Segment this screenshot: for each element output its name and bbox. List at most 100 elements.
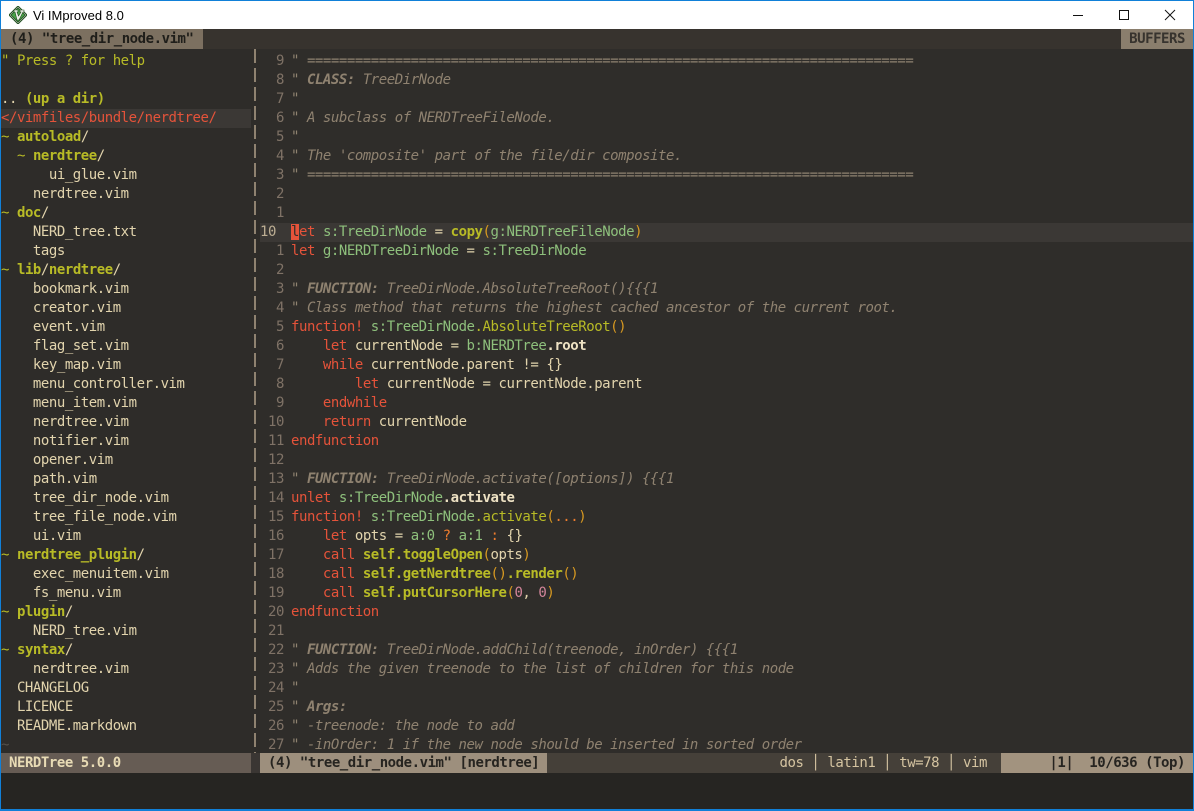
- tree-item[interactable]: tags: [1, 242, 251, 261]
- tree-item[interactable]: menu_controller.vim: [1, 375, 251, 394]
- tree-item[interactable]: event.vim: [1, 318, 251, 337]
- tree-item[interactable]: ~ plugin/: [1, 603, 251, 622]
- tree-item[interactable]: opener.vim: [1, 451, 251, 470]
- tree-item[interactable]: ~: [1, 736, 251, 753]
- line-number: 13: [260, 470, 284, 489]
- code-line[interactable]: 7 while currentNode.parent != {}: [260, 356, 1193, 375]
- tree-item[interactable]: creator.vim: [1, 299, 251, 318]
- line-text: README.markdown: [1, 717, 137, 736]
- tree-item[interactable]: fs_menu.vim: [1, 584, 251, 603]
- tree-item[interactable]: key_map.vim: [1, 356, 251, 375]
- tree-item[interactable]: nerdtree.vim: [1, 413, 251, 432]
- code-line[interactable]: 10 return currentNode: [260, 413, 1193, 432]
- code-line[interactable]: 27" -inOrder: 1 if the new node should b…: [260, 736, 1193, 753]
- line-number: 1: [260, 204, 284, 223]
- tree-item[interactable]: tree_dir_node.vim: [1, 489, 251, 508]
- tree-item[interactable]: ~ doc/: [1, 204, 251, 223]
- tree-item[interactable]: ui_glue.vim: [1, 166, 251, 185]
- code-line[interactable]: 15function! s:TreeDirNode.activate(...): [260, 508, 1193, 527]
- tab-tree-dir-node[interactable]: (4) "tree_dir_node.vim": [1, 29, 203, 49]
- tree-item[interactable]: CHANGELOG: [1, 679, 251, 698]
- tree-item[interactable]: ~ autoload/: [1, 128, 251, 147]
- code-line[interactable]: 3" =====================================…: [260, 166, 1193, 185]
- code-line[interactable]: 26" -treenode: the node to add: [260, 717, 1193, 736]
- line-text: opener.vim: [1, 451, 113, 470]
- tree-item[interactable]: .. (up a dir): [1, 90, 251, 109]
- line-text: ~ nerdtree_plugin/: [1, 546, 145, 565]
- code-line[interactable]: 4" The 'composite' part of the file/dir …: [260, 147, 1193, 166]
- code-line[interactable]: 5function! s:TreeDirNode.AbsoluteTreeRoo…: [260, 318, 1193, 337]
- maximize-button[interactable]: [1101, 1, 1147, 29]
- code-line[interactable]: 2: [260, 261, 1193, 280]
- line-number: 4: [260, 299, 284, 318]
- code-line[interactable]: 23" Adds the given treenode to the list …: [260, 660, 1193, 679]
- tree-item[interactable]: tree_file_node.vim: [1, 508, 251, 527]
- code-line[interactable]: 8" CLASS: TreeDirNode: [260, 71, 1193, 90]
- titlebar[interactable]: Vi IMproved 8.0: [1, 1, 1193, 29]
- code-line[interactable]: 1let g:NERDTreeDirNode = s:TreeDirNode: [260, 242, 1193, 261]
- tree-item[interactable]: NERD_tree.vim: [1, 622, 251, 641]
- tabline: (4) "tree_dir_node.vim" BUFFERS: [1, 29, 1193, 49]
- tree-item[interactable]: path.vim: [1, 470, 251, 489]
- code-line[interactable]: 17 call self.toggleOpen(opts): [260, 546, 1193, 565]
- tree-item[interactable]: README.markdown: [1, 717, 251, 736]
- line-text: CHANGELOG: [1, 679, 89, 698]
- nerdtree-panel[interactable]: " Press ? for help .. (up a dir)</vimfile…: [1, 49, 251, 753]
- tree-item[interactable]: [1, 71, 251, 90]
- tree-item[interactable]: nerdtree.vim: [1, 185, 251, 204]
- tree-item[interactable]: notifier.vim: [1, 432, 251, 451]
- code-line[interactable]: 5": [260, 128, 1193, 147]
- tree-item[interactable]: </vimfiles/bundle/nerdtree/: [1, 109, 251, 128]
- line-number: 19: [260, 584, 284, 603]
- minimize-button[interactable]: [1055, 1, 1101, 29]
- code-line[interactable]: 22" FUNCTION: TreeDirNode.addChild(treen…: [260, 641, 1193, 660]
- command-line[interactable]: [1, 773, 1193, 809]
- code-line[interactable]: 14unlet s:TreeDirNode.activate: [260, 489, 1193, 508]
- code-line[interactable]: 13" FUNCTION: TreeDirNode.activate([opti…: [260, 470, 1193, 489]
- window-separator[interactable]: [251, 49, 260, 753]
- tree-item[interactable]: ~ lib/nerdtree/: [1, 261, 251, 280]
- line-text: ~ lib/nerdtree/: [1, 261, 121, 280]
- tree-item[interactable]: flag_set.vim: [1, 337, 251, 356]
- tree-item[interactable]: ~ nerdtree_plugin/: [1, 546, 251, 565]
- line-number: 11: [260, 432, 284, 451]
- line-text: ~ syntax/: [1, 641, 73, 660]
- line-text: let opts = a:0 ? a:1 : {}: [291, 527, 522, 546]
- line-text: while currentNode.parent != {}: [291, 356, 562, 375]
- tree-item[interactable]: ui.vim: [1, 527, 251, 546]
- code-line[interactable]: 6 let currentNode = b:NERDTree.root: [260, 337, 1193, 356]
- code-line[interactable]: 21: [260, 622, 1193, 641]
- code-line[interactable]: 12: [260, 451, 1193, 470]
- code-line[interactable]: 19 call self.putCursorHere(0, 0): [260, 584, 1193, 603]
- code-line[interactable]: 9" =====================================…: [260, 52, 1193, 71]
- code-line[interactable]: 3" FUNCTION: TreeDirNode.AbsoluteTreeRoo…: [260, 280, 1193, 299]
- tree-item[interactable]: NERD_tree.txt: [1, 223, 251, 242]
- code-line[interactable]: 7": [260, 90, 1193, 109]
- code-line[interactable]: 1: [260, 204, 1193, 223]
- code-line[interactable]: 11endfunction: [260, 432, 1193, 451]
- code-line[interactable]: 9 endwhile: [260, 394, 1193, 413]
- tree-item[interactable]: nerdtree.vim: [1, 660, 251, 679]
- tree-item[interactable]: ~ syntax/: [1, 641, 251, 660]
- code-line[interactable]: 16 let opts = a:0 ? a:1 : {}: [260, 527, 1193, 546]
- tree-item[interactable]: ~ nerdtree/: [1, 147, 251, 166]
- code-line[interactable]: 25" Args:: [260, 698, 1193, 717]
- code-line[interactable]: 24": [260, 679, 1193, 698]
- close-button[interactable]: [1147, 1, 1193, 29]
- code-line[interactable]: 8 let currentNode = currentNode.parent: [260, 375, 1193, 394]
- code-line[interactable]: 18 call self.getNerdtree().render(): [260, 565, 1193, 584]
- code-line[interactable]: 2: [260, 185, 1193, 204]
- vim-app-icon: [9, 6, 27, 24]
- tree-item[interactable]: " Press ? for help: [1, 52, 251, 71]
- line-text: tree_file_node.vim: [1, 508, 177, 527]
- code-line[interactable]: 20endfunction: [260, 603, 1193, 622]
- code-line[interactable]: 10let s:TreeDirNode = copy(g:NERDTreeFil…: [260, 223, 1193, 242]
- code-line[interactable]: 6" A subclass of NERDTreeFileNode.: [260, 109, 1193, 128]
- tree-item[interactable]: LICENCE: [1, 698, 251, 717]
- editor-panel[interactable]: 9" =====================================…: [260, 49, 1193, 753]
- line-number: 25: [260, 698, 284, 717]
- tree-item[interactable]: bookmark.vim: [1, 280, 251, 299]
- tree-item[interactable]: menu_item.vim: [1, 394, 251, 413]
- code-line[interactable]: 4" Class method that returns the highest…: [260, 299, 1193, 318]
- tree-item[interactable]: exec_menuitem.vim: [1, 565, 251, 584]
